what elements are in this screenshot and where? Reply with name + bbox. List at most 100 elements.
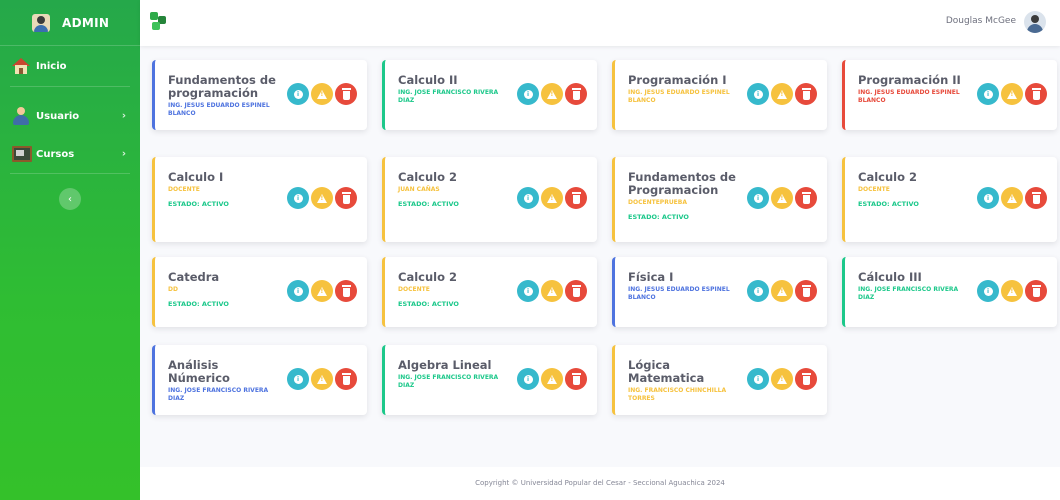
- course-title-text: Calculo 2: [398, 170, 457, 184]
- info-icon: i: [753, 286, 763, 296]
- course-card[interactable]: Calculo 2 DOCENTE ESTADO: ACTIVO i: [842, 157, 1057, 242]
- course-actions: i: [515, 368, 587, 390]
- info-button[interactable]: i: [287, 368, 309, 390]
- warning-button[interactable]: [311, 368, 333, 390]
- delete-button[interactable]: [1025, 187, 1047, 209]
- warning-button[interactable]: [1001, 83, 1023, 105]
- info-button[interactable]: i: [517, 368, 539, 390]
- info-icon: i: [293, 286, 303, 296]
- course-card[interactable]: Lógica Matematica ING. FRANCISCO CHINCHIL…: [612, 345, 827, 415]
- warning-button[interactable]: [311, 280, 333, 302]
- course-card[interactable]: Fundamentos de Programacion DOCENTEPRUEBA…: [612, 157, 827, 242]
- topbar: Douglas McGee: [140, 0, 1060, 46]
- course-actions: i: [515, 280, 587, 302]
- course-title-text: Cálculo III: [858, 270, 922, 284]
- course-card[interactable]: Algebra Lineal ING. JOSE FRANCISCO RIVERA…: [382, 345, 597, 415]
- warning-button[interactable]: [771, 280, 793, 302]
- course-card[interactable]: Calculo 2 JUAN CAÑAS ESTADO: ACTIVO i: [382, 157, 597, 242]
- course-card[interactable]: Programación II ING. JESUS EDUARDO ESPINE…: [842, 60, 1057, 130]
- course-card[interactable]: Fundamentos de programación ING. JESUS ED…: [152, 60, 367, 130]
- sidebar-toggle-button[interactable]: ‹: [59, 188, 81, 210]
- course-title: Programación II ING. JESUS EDUARDO ESPINE…: [858, 74, 968, 105]
- sidebar-item-label: Inicio: [36, 60, 67, 72]
- divider: [10, 173, 130, 174]
- course-card[interactable]: Calculo 2 DOCENTE ESTADO: ACTIVO i: [382, 257, 597, 327]
- course-card[interactable]: Análisis Númerico ING. JOSE FRANCISCO RIV…: [152, 345, 367, 415]
- warning-icon: [547, 193, 557, 203]
- delete-button[interactable]: [335, 83, 357, 105]
- delete-button[interactable]: [565, 368, 587, 390]
- info-button[interactable]: i: [517, 280, 539, 302]
- trash-icon: [1031, 87, 1041, 100]
- warning-button[interactable]: [311, 187, 333, 209]
- info-button[interactable]: i: [977, 187, 999, 209]
- warning-button[interactable]: [541, 83, 563, 105]
- delete-button[interactable]: [565, 280, 587, 302]
- info-button[interactable]: i: [747, 368, 769, 390]
- delete-button[interactable]: [565, 187, 587, 209]
- course-card[interactable]: Programación I ING. JESUS EDUARDO ESPINEL…: [612, 60, 827, 130]
- user-icon: [12, 107, 30, 125]
- classroom-icon: [12, 146, 32, 162]
- course-card[interactable]: Catedra DD ESTADO: ACTIVO i: [152, 257, 367, 327]
- info-button[interactable]: i: [287, 83, 309, 105]
- user-avatar[interactable]: [1024, 11, 1046, 33]
- sidebar-item-cursos[interactable]: Cursos ›: [0, 135, 140, 173]
- warning-button[interactable]: [311, 83, 333, 105]
- info-button[interactable]: i: [747, 187, 769, 209]
- delete-button[interactable]: [335, 280, 357, 302]
- warning-button[interactable]: [541, 280, 563, 302]
- info-icon: i: [753, 374, 763, 384]
- info-button[interactable]: i: [287, 280, 309, 302]
- delete-button[interactable]: [565, 83, 587, 105]
- info-button[interactable]: i: [977, 83, 999, 105]
- warning-icon: [1007, 193, 1017, 203]
- delete-button[interactable]: [795, 187, 817, 209]
- warning-button[interactable]: [1001, 280, 1023, 302]
- warning-icon: [317, 286, 327, 296]
- delete-button[interactable]: [1025, 83, 1047, 105]
- info-button[interactable]: i: [747, 280, 769, 302]
- info-button[interactable]: i: [517, 83, 539, 105]
- warning-button[interactable]: [771, 83, 793, 105]
- warning-button[interactable]: [541, 368, 563, 390]
- trash-icon: [341, 372, 351, 385]
- sidebar-item-usuario[interactable]: Usuario ›: [0, 97, 140, 135]
- course-teacher: ING. JOSE FRANCISCO RIVERA DIAZ: [398, 89, 499, 104]
- trash-icon: [341, 191, 351, 204]
- warning-button[interactable]: [541, 187, 563, 209]
- warning-button[interactable]: [771, 187, 793, 209]
- warning-icon: [317, 374, 327, 384]
- info-button[interactable]: i: [287, 187, 309, 209]
- delete-button[interactable]: [335, 187, 357, 209]
- course-title-text: Programación II: [858, 73, 961, 87]
- warning-button[interactable]: [771, 368, 793, 390]
- course-actions: i: [745, 280, 817, 302]
- delete-button[interactable]: [1025, 280, 1047, 302]
- course-card[interactable]: Cálculo III ING. JOSE FRANCISCO RIVERA DI…: [842, 257, 1057, 327]
- warning-button[interactable]: [1001, 187, 1023, 209]
- info-icon: i: [753, 89, 763, 99]
- course-title: Calculo I DOCENTE ESTADO: ACTIVO: [168, 171, 278, 209]
- info-button[interactable]: i: [977, 280, 999, 302]
- course-teacher: DOCENTE: [858, 186, 890, 193]
- delete-button[interactable]: [335, 368, 357, 390]
- course-actions: i: [515, 83, 587, 105]
- sidebar-item-inicio[interactable]: Inicio: [0, 46, 140, 86]
- course-actions: i: [975, 187, 1047, 209]
- delete-button[interactable]: [795, 280, 817, 302]
- course-card[interactable]: Física I ING. JESUS EDUARDO ESPINEL BLANC…: [612, 257, 827, 327]
- logo-icon[interactable]: [150, 12, 166, 30]
- course-teacher: JUAN CAÑAS: [398, 186, 440, 193]
- delete-button[interactable]: [795, 368, 817, 390]
- course-card[interactable]: Calculo I DOCENTE ESTADO: ACTIVO i: [152, 157, 367, 242]
- info-button[interactable]: i: [747, 83, 769, 105]
- course-title-text: Fundamentos de Programacion: [628, 170, 736, 197]
- course-card[interactable]: Calculo II ING. JOSE FRANCISCO RIVERA DIA…: [382, 60, 597, 130]
- user-name[interactable]: Douglas McGee: [946, 16, 1016, 26]
- sidebar-brand[interactable]: ADMIN: [0, 0, 140, 46]
- course-actions: i: [745, 83, 817, 105]
- trash-icon: [801, 372, 811, 385]
- delete-button[interactable]: [795, 83, 817, 105]
- info-button[interactable]: i: [517, 187, 539, 209]
